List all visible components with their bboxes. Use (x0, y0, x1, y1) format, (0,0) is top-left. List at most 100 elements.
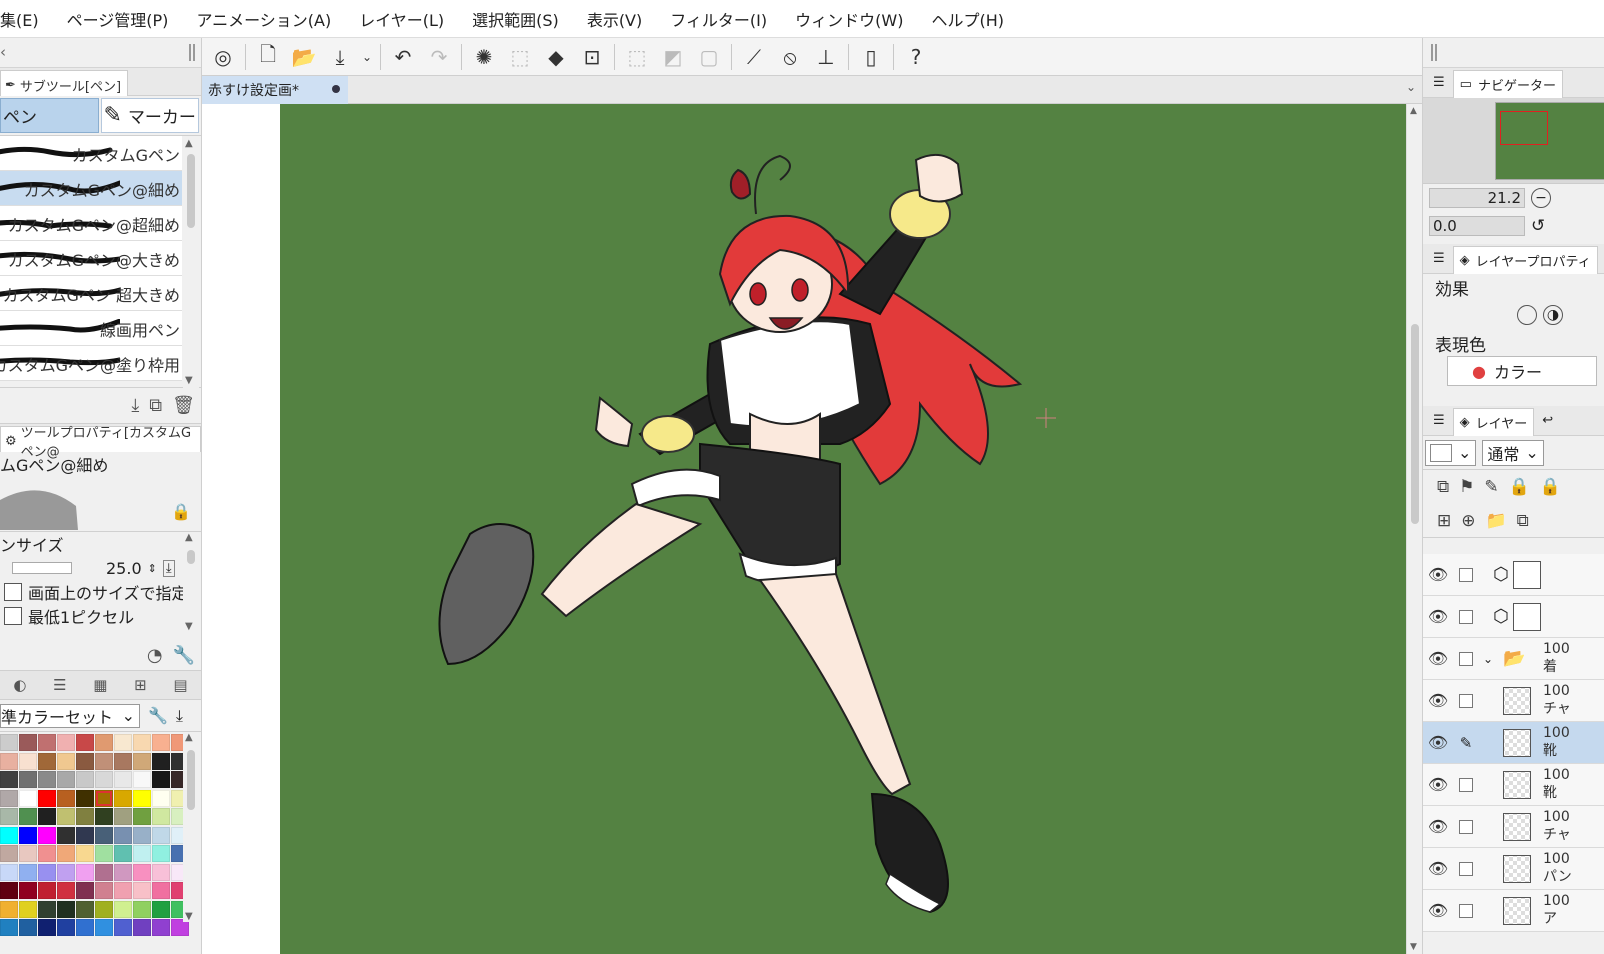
deselect-icon[interactable]: ⬚ (620, 42, 654, 72)
layer-row[interactable]: 👁 ⬡ (1423, 554, 1604, 596)
scroll-down-icon[interactable]: ▼ (185, 621, 193, 632)
option-min-1px-checkbox[interactable] (4, 607, 22, 625)
brush-list-scrollbar[interactable]: ▲ ▼ (183, 136, 199, 388)
color-swatch[interactable] (95, 771, 113, 788)
chevron-down-icon[interactable]: ⌄ (359, 42, 375, 72)
open-file-icon[interactable]: 📂 (287, 42, 321, 72)
copy-layer-icon[interactable]: ⧉ (1517, 511, 1529, 531)
stepper-icon[interactable]: ⇕ (148, 562, 157, 575)
color-swatch[interactable] (76, 882, 94, 899)
clip-icon[interactable]: ⧉ (1437, 477, 1449, 497)
tab-document[interactable]: 赤すけ設定画* (202, 76, 348, 104)
color-swatch[interactable] (57, 734, 75, 751)
color-swatch[interactable] (152, 919, 170, 936)
color-swatch[interactable] (152, 771, 170, 788)
visibility-eye-icon[interactable]: 👁 (1423, 775, 1453, 794)
chevron-down-icon[interactable]: ⌄ (1483, 652, 1493, 666)
color-swatch[interactable] (57, 900, 75, 918)
color-swatch[interactable] (38, 863, 56, 881)
toolprop-scrollbar[interactable]: ▲ ▼ (183, 532, 199, 632)
color-swatch[interactable] (76, 919, 94, 936)
color-swatch[interactable] (114, 808, 132, 825)
lock-transparency-icon[interactable]: 🔒 (1540, 477, 1561, 497)
color-swatch[interactable] (0, 734, 18, 751)
color-swatch[interactable] (38, 808, 56, 825)
wrench-icon[interactable]: 🔧 (148, 706, 168, 725)
color-swatch[interactable] (0, 900, 18, 918)
color-swatch[interactable] (114, 789, 132, 807)
color-swatch[interactable] (38, 734, 56, 751)
visibility-eye-icon[interactable]: 👁 (1423, 901, 1453, 920)
lock-icon[interactable]: 🔒 (171, 502, 191, 521)
menu-item[interactable]: ウィンドウ(W) (781, 7, 917, 31)
color-swatch[interactable] (152, 863, 170, 881)
visibility-eye-icon[interactable]: 👁 (1423, 817, 1453, 836)
layer-check[interactable] (1459, 861, 1473, 876)
color-swatch[interactable] (19, 900, 37, 918)
snap-grid-icon[interactable]: ⊥ (809, 42, 843, 72)
layer-check[interactable] (1459, 903, 1473, 918)
menu-item[interactable]: アニメーション(A) (182, 7, 345, 31)
color-swatch[interactable] (114, 752, 132, 770)
tab-layer-property[interactable]: ◈ レイヤープロパティ (1452, 245, 1598, 274)
color-swatch[interactable] (114, 919, 132, 936)
color-swatch[interactable] (133, 882, 151, 899)
brush-item[interactable]: カスタムGペン 超大きめ (0, 276, 182, 311)
new-file-icon[interactable]: 🗋 (251, 42, 285, 72)
new-vector-layer-icon[interactable]: ⊕ (1461, 511, 1475, 531)
color-swatch[interactable] (57, 771, 75, 788)
color-swatch[interactable] (114, 734, 132, 751)
save-icon[interactable]: ⤓ (323, 42, 357, 72)
blend-mode-select[interactable]: 通常 ⌄ (1482, 439, 1544, 466)
color-swatch[interactable] (0, 808, 18, 825)
color-swatch[interactable] (38, 900, 56, 918)
color-swatch[interactable] (76, 826, 94, 844)
menu-item[interactable]: 選択範囲(S) (458, 7, 573, 31)
color-swatch[interactable] (152, 734, 170, 751)
color-swatch[interactable] (0, 826, 18, 844)
layer-row[interactable]: 👁 100 チャ (1423, 806, 1604, 848)
color-swatch[interactable] (114, 826, 132, 844)
color-swatch[interactable] (76, 863, 94, 881)
visibility-eye-icon[interactable]: 👁 (1423, 649, 1453, 668)
color-swatch[interactable] (57, 752, 75, 770)
option-screen-size-checkbox[interactable] (4, 583, 22, 601)
invert-selection-icon[interactable]: ◩ (656, 42, 690, 72)
tab-layer[interactable]: ◈ レイヤー (1452, 407, 1535, 436)
zoom-slider[interactable]: 21.2 (1429, 188, 1525, 208)
tab-color-set[interactable]: ▦ (93, 676, 107, 694)
layer-row[interactable]: 👁 100 パン (1423, 848, 1604, 890)
color-swatch[interactable] (114, 882, 132, 899)
tab-intermediate-color[interactable]: ⊞ (134, 676, 147, 694)
color-swatch[interactable] (0, 845, 18, 862)
color-swatch[interactable] (95, 734, 113, 751)
tab-color-slider[interactable]: ☰ (53, 676, 66, 694)
color-swatch[interactable] (57, 919, 75, 936)
color-swatch[interactable] (0, 882, 18, 899)
tab-similar-color[interactable]: ▤ (173, 676, 187, 694)
color-swatch[interactable] (133, 845, 151, 862)
color-swatch[interactable] (95, 919, 113, 936)
color-swatch[interactable] (152, 789, 170, 807)
unsaved-dot-icon[interactable] (332, 85, 340, 93)
color-swatch[interactable] (19, 882, 37, 899)
layer-check[interactable] (1459, 651, 1473, 666)
color-swatch[interactable] (152, 882, 170, 899)
color-swatch[interactable] (95, 752, 113, 770)
canvas-scrollbar[interactable]: ▲ ▼ (1406, 104, 1422, 954)
navigator-thumbnail[interactable] (1495, 102, 1604, 180)
undo-icon[interactable]: ↶ (386, 42, 420, 72)
brush-size-slider[interactable] (12, 562, 72, 574)
fill-icon[interactable]: ◆ (539, 42, 573, 72)
color-swatch[interactable] (152, 900, 170, 918)
scroll-up-icon[interactable]: ▲ (185, 138, 193, 149)
color-swatch[interactable] (76, 752, 94, 770)
brush-item[interactable]: カスタムGペン@細め (0, 171, 182, 206)
menu-item[interactable]: 表示(V) (573, 7, 656, 31)
download-icon[interactable]: ⤓ (131, 395, 139, 416)
brush-item[interactable]: カスタムGペン@大きめ (0, 241, 182, 276)
color-swatch[interactable] (76, 845, 94, 862)
panel-grip-icon[interactable] (189, 44, 195, 61)
reset-icon[interactable]: ◔ (147, 645, 163, 666)
color-swatch[interactable] (76, 734, 94, 751)
